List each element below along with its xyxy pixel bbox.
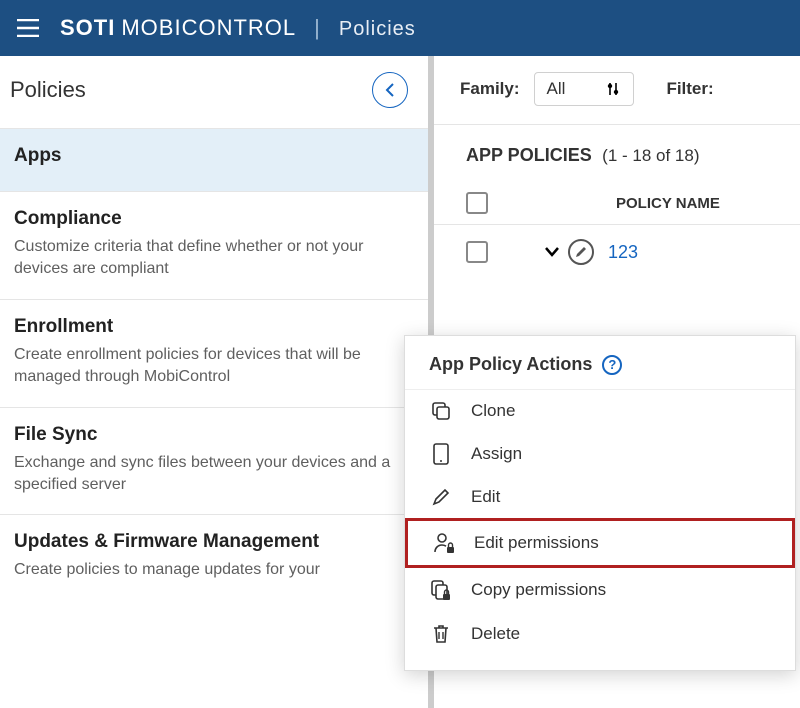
brand-first: SOTI	[60, 15, 115, 41]
category-desc: Customize criteria that define whether o…	[14, 236, 414, 281]
category-title: Updates & Firmware Management	[14, 531, 414, 553]
row-checkbox[interactable]	[466, 241, 488, 263]
table-row[interactable]: 123	[434, 225, 800, 275]
clone-icon	[431, 401, 451, 421]
sliders-icon	[605, 81, 621, 97]
table-header: POLICY NAME	[434, 174, 800, 225]
sidebar-item-enrollment[interactable]: Enrollment Create enrollment policies fo…	[0, 300, 428, 408]
action-assign[interactable]: Assign	[405, 432, 795, 476]
action-delete[interactable]: Delete	[405, 612, 795, 656]
filters-label: Filter:	[666, 79, 713, 99]
collapse-button[interactable]	[372, 72, 408, 108]
family-label: Family:	[460, 79, 520, 99]
sidebar-title: Policies	[10, 77, 86, 103]
family-value: All	[547, 79, 566, 99]
brand-second: MOBICONTROL	[121, 15, 296, 41]
chevron-down-icon[interactable]	[544, 245, 560, 259]
action-label: Clone	[471, 401, 515, 421]
help-icon[interactable]: ?	[602, 355, 622, 375]
list-header: APP POLICIES (1 - 18 of 18)	[434, 125, 800, 174]
top-bar: SOTI MOBICONTROL | Policies	[0, 0, 800, 56]
category-title: Apps	[14, 145, 414, 167]
device-icon	[433, 443, 449, 465]
menu-button[interactable]	[10, 10, 46, 46]
action-edit[interactable]: Edit	[405, 476, 795, 518]
action-label: Copy permissions	[471, 580, 606, 600]
action-edit-permissions[interactable]: Edit permissions	[405, 518, 795, 568]
action-label: Edit permissions	[474, 533, 599, 553]
select-all-checkbox[interactable]	[466, 192, 488, 214]
category-title: File Sync	[14, 424, 414, 446]
category-title: Compliance	[14, 208, 414, 230]
brand-divider: |	[314, 15, 321, 41]
sidebar-item-compliance[interactable]: Compliance Customize criteria that defin…	[0, 192, 428, 300]
sidebar: Policies Apps Compliance Customize crite…	[0, 56, 434, 708]
list-heading: APP POLICIES	[466, 145, 592, 165]
action-copy-permissions[interactable]: Copy permissions	[405, 568, 795, 612]
sidebar-header: Policies	[0, 56, 428, 129]
action-label: Assign	[471, 444, 522, 464]
chevron-left-icon	[384, 83, 396, 97]
policy-name-link[interactable]: 123	[608, 242, 638, 263]
pencil-icon	[574, 245, 588, 259]
category-desc: Create policies to manage updates for yo…	[14, 559, 414, 581]
header-section: Policies	[339, 18, 416, 41]
user-lock-icon	[433, 532, 455, 554]
popup-title: App Policy Actions	[429, 354, 592, 375]
hamburger-icon	[17, 19, 39, 37]
app-policy-actions-popup: App Policy Actions ? Clone Assign Edit E…	[404, 335, 796, 671]
brand: SOTI MOBICONTROL | Policies	[60, 15, 416, 41]
sidebar-item-filesync[interactable]: File Sync Exchange and sync files betwee…	[0, 408, 428, 516]
list-count: (1 - 18 of 18)	[602, 146, 699, 165]
category-desc: Exchange and sync files between your dev…	[14, 452, 414, 497]
action-label: Delete	[471, 624, 520, 644]
popup-title-row: App Policy Actions ?	[405, 354, 795, 390]
copy-lock-icon	[430, 579, 452, 601]
column-policy-name: POLICY NAME	[616, 195, 720, 212]
sidebar-item-updates[interactable]: Updates & Firmware Management Create pol…	[0, 515, 428, 599]
action-clone[interactable]: Clone	[405, 390, 795, 432]
sidebar-item-apps[interactable]: Apps	[0, 129, 428, 192]
trash-icon	[431, 623, 451, 645]
category-desc: Create enrollment policies for devices t…	[14, 344, 414, 389]
filter-bar: Family: All Filter:	[434, 68, 800, 125]
action-label: Edit	[471, 487, 500, 507]
pencil-icon	[431, 487, 451, 507]
family-select[interactable]: All	[534, 72, 635, 106]
category-title: Enrollment	[14, 316, 414, 338]
draft-status-icon	[568, 239, 594, 265]
